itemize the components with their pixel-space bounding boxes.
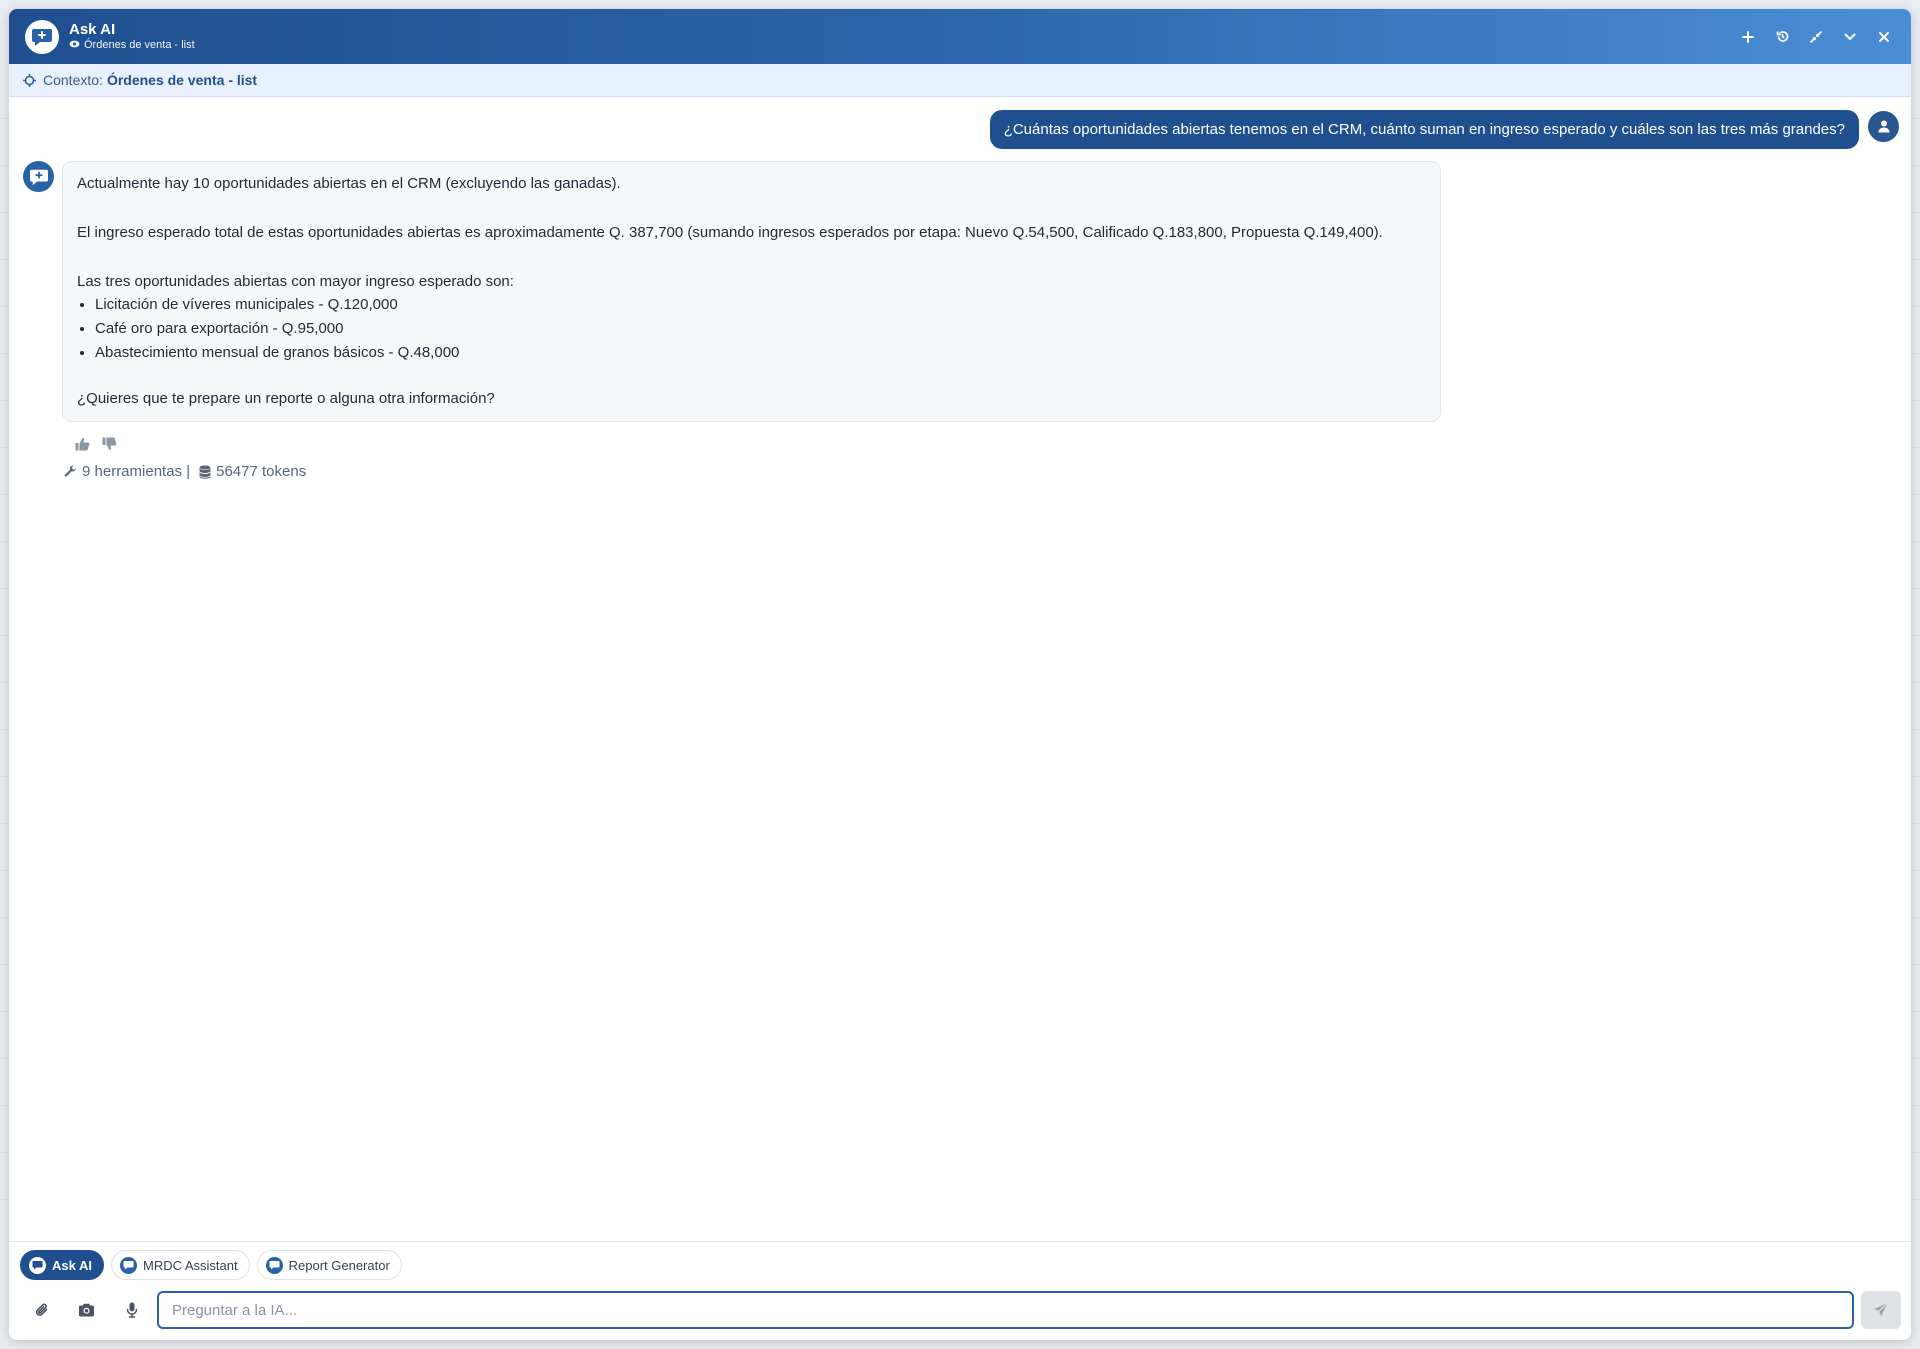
agent-label: Ask AI	[52, 1257, 92, 1273]
close-icon	[1879, 31, 1889, 42]
ai-list-item: Licitación de víveres municipales - Q.12…	[95, 295, 1426, 315]
tools-count: 9 herramientas |	[82, 463, 191, 480]
thumbs-down-button[interactable]	[102, 437, 117, 451]
feedback-buttons	[75, 437, 117, 451]
crosshair-icon	[23, 73, 36, 87]
wrench-icon	[64, 465, 77, 478]
user-message-row: ¿Cuántas oportunidades abiertas tenemos …	[989, 110, 1899, 149]
user-avatar	[1868, 111, 1899, 142]
eye-icon	[69, 39, 80, 52]
new-chat-button[interactable]	[1735, 24, 1761, 50]
context-bar: Contexto: Órdenes de venta - list	[9, 64, 1911, 97]
context-label: Contexto:	[43, 72, 103, 88]
subtitle-text: Órdenes de venta - list	[84, 38, 195, 51]
database-icon	[199, 465, 211, 479]
ai-paragraph: Actualmente hay 10 oportunidades abierta…	[77, 175, 621, 192]
agent-report-generator[interactable]: Report Generator	[256, 1250, 402, 1280]
context-value[interactable]: Órdenes de venta - list	[107, 72, 257, 88]
ai-list: Licitación de víveres municipales - Q.12…	[95, 295, 1426, 363]
user-icon	[1878, 120, 1889, 133]
minimize-button[interactable]	[1837, 24, 1863, 50]
plus-icon	[1742, 30, 1754, 43]
history-button[interactable]	[1769, 24, 1795, 50]
voice-button[interactable]	[109, 1290, 154, 1330]
ai-paragraph: ¿Quieres que te prepare un reporte o alg…	[77, 390, 495, 407]
chat-area: ¿Cuántas oportunidades abiertas tenemos …	[9, 97, 1911, 1241]
thumbs-up-button[interactable]	[75, 437, 90, 451]
attach-button[interactable]	[19, 1290, 64, 1330]
thumbs-up-icon	[75, 438, 90, 451]
chat-bot-icon	[265, 1256, 283, 1274]
chat-bot-icon	[119, 1256, 137, 1274]
send-button[interactable]	[1861, 1291, 1901, 1329]
close-button[interactable]	[1871, 24, 1897, 50]
tokens-count: 56477 tokens	[216, 463, 307, 480]
chat-bot-icon	[29, 1256, 46, 1274]
compress-button[interactable]	[1803, 24, 1829, 50]
camera-button[interactable]	[64, 1290, 109, 1330]
title-actions	[1735, 24, 1897, 50]
user-message-bubble: ¿Cuántas oportunidades abiertas tenemos …	[989, 110, 1859, 149]
ai-avatar	[23, 161, 54, 192]
window-titlebar: Ask AI Órdenes de venta - list	[9, 9, 1911, 64]
ai-message-bubble: Actualmente hay 10 oportunidades abierta…	[62, 161, 1441, 422]
thumbs-down-icon	[102, 437, 117, 450]
chat-input[interactable]	[157, 1291, 1854, 1329]
window-title: Ask AI	[69, 20, 116, 38]
compress-icon	[1810, 30, 1822, 43]
agent-label: MRDC Assistant	[142, 1257, 238, 1273]
agent-mrdc-assistant[interactable]: MRDC Assistant	[110, 1250, 250, 1280]
agent-selector: Ask AI MRDC Assistant Report Generator	[9, 1241, 1911, 1288]
paperclip-icon	[35, 1303, 47, 1316]
ai-list-item: Abastecimiento mensual de granos básicos…	[95, 343, 1426, 363]
history-icon	[1776, 31, 1788, 42]
ai-list-item: Café oro para exportación - Q.95,000	[95, 319, 1426, 339]
send-icon	[1874, 1302, 1889, 1316]
ai-paragraph: Las tres oportunidades abiertas con mayo…	[77, 273, 514, 290]
chat-logo-icon	[25, 19, 59, 54]
message-composer	[9, 1288, 1911, 1340]
agent-ask-ai[interactable]: Ask AI	[20, 1250, 104, 1280]
ai-paragraph: El ingreso esperado total de estas oport…	[77, 224, 1383, 241]
chat-bot-icon	[29, 169, 48, 185]
camera-icon	[79, 1303, 94, 1317]
window-subtitle: Órdenes de venta - list	[69, 39, 195, 52]
ai-message-row: Actualmente hay 10 oportunidades abierta…	[23, 161, 1441, 422]
agent-label: Report Generator	[288, 1257, 390, 1273]
microphone-icon	[126, 1302, 137, 1318]
ask-ai-window: Ask AI Órdenes de venta - list Contexto:…	[9, 9, 1911, 1340]
message-meta: 9 herramientas | 56477 tokens	[64, 463, 306, 480]
chevron-down-icon	[1844, 33, 1856, 40]
